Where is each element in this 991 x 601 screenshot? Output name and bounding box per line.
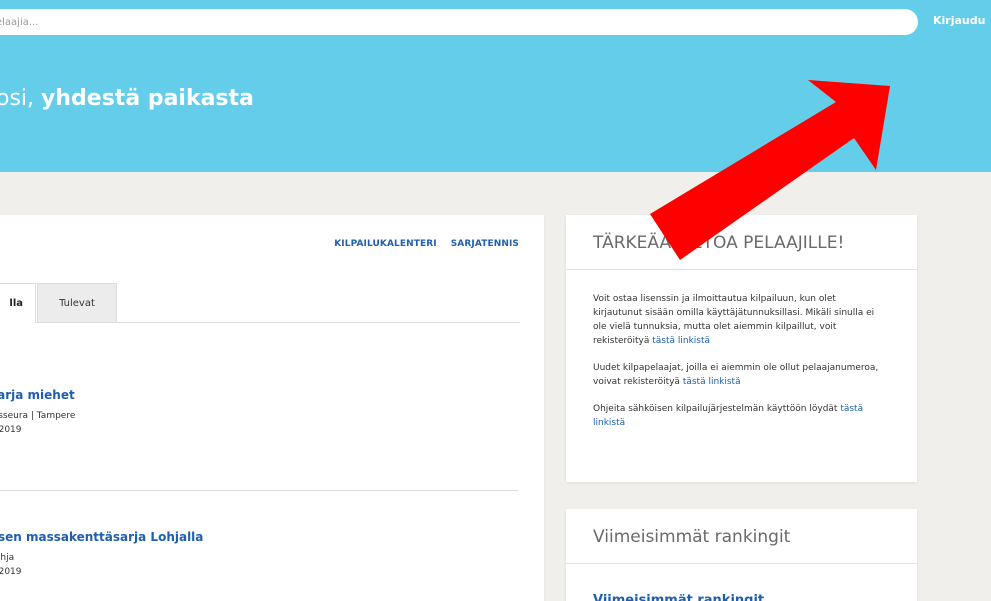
rankings-card: Viimeisimmät rankingit Viimeisimmät rank… <box>566 509 917 601</box>
info-text: Ohjeita sähköisen kilpailujärjestelmän k… <box>593 404 841 414</box>
register-existing-link[interactable]: tästä linkistä <box>652 336 710 346</box>
rankings-subtitle-link[interactable]: Viimeisimmät rankingit <box>593 593 764 601</box>
event-location: nisseura | Tampere <box>0 411 76 421</box>
event-date: 3.2019 <box>0 425 22 435</box>
tab-ongoing[interactable]: lla <box>0 283 36 323</box>
important-info-body: Voit ostaa lisenssin ja ilmoittautua kil… <box>566 270 917 430</box>
event-meta: nisseura | Tampere 3.2019 <box>0 409 520 437</box>
hero-title-regular: osi, <box>0 86 42 111</box>
hero-banner: Kirjaudu osi, yhdestä paikasta <box>0 0 991 172</box>
hero-title: osi, yhdestä paikasta <box>0 86 254 111</box>
hero-title-bold: yhdestä paikasta <box>41 86 254 111</box>
team-tennis-link[interactable]: SARJATENNIS <box>451 239 519 249</box>
competition-calendar-link[interactable]: KILPAILUKALENTERI <box>334 239 436 249</box>
event-title-link[interactable]: ksen massakenttäsarja Lohjalla <box>0 530 520 544</box>
rankings-title: Viimeisimmät rankingit <box>566 509 917 564</box>
event-item: sarja miehet nisseura | Tampere 3.2019 <box>0 388 520 437</box>
competition-links: KILPAILUKALENTERI SARJATENNIS <box>334 239 519 249</box>
info-text: Voit ostaa lisenssin ja ilmoittautua kil… <box>593 294 875 346</box>
event-divider <box>0 490 518 491</box>
login-link[interactable]: Kirjaudu <box>933 14 985 27</box>
info-paragraph: Ohjeita sähköisen kilpailujärjestelmän k… <box>593 402 887 430</box>
info-paragraph: Voit ostaa lisenssin ja ilmoittautua kil… <box>593 292 887 348</box>
event-location: Lohja <box>0 553 15 563</box>
event-title-link[interactable]: sarja miehet <box>0 388 520 402</box>
tab-upcoming[interactable]: Tulevat <box>37 283 117 323</box>
important-info-card: TÄRKEÄÄ TIETOA PELAAJILLE! Voit ostaa li… <box>566 215 917 482</box>
competitions-panel: KILPAILUKALENTERI SARJATENNIS lla Tuleva… <box>0 215 544 601</box>
player-search-input[interactable] <box>0 9 918 35</box>
info-paragraph: Uudet kilpapelaajat, joilla ei aiemmin o… <box>593 361 887 389</box>
event-item: ksen massakenttäsarja Lohjalla Lohja 3.2… <box>0 530 520 579</box>
register-new-link[interactable]: tästä linkistä <box>683 377 741 387</box>
event-meta: Lohja 3.2019 <box>0 551 520 579</box>
page: Kirjaudu osi, yhdestä paikasta KILPAILUK… <box>0 0 991 601</box>
important-info-title: TÄRKEÄÄ TIETOA PELAAJILLE! <box>566 215 917 270</box>
event-date: 3.2019 <box>0 567 22 577</box>
